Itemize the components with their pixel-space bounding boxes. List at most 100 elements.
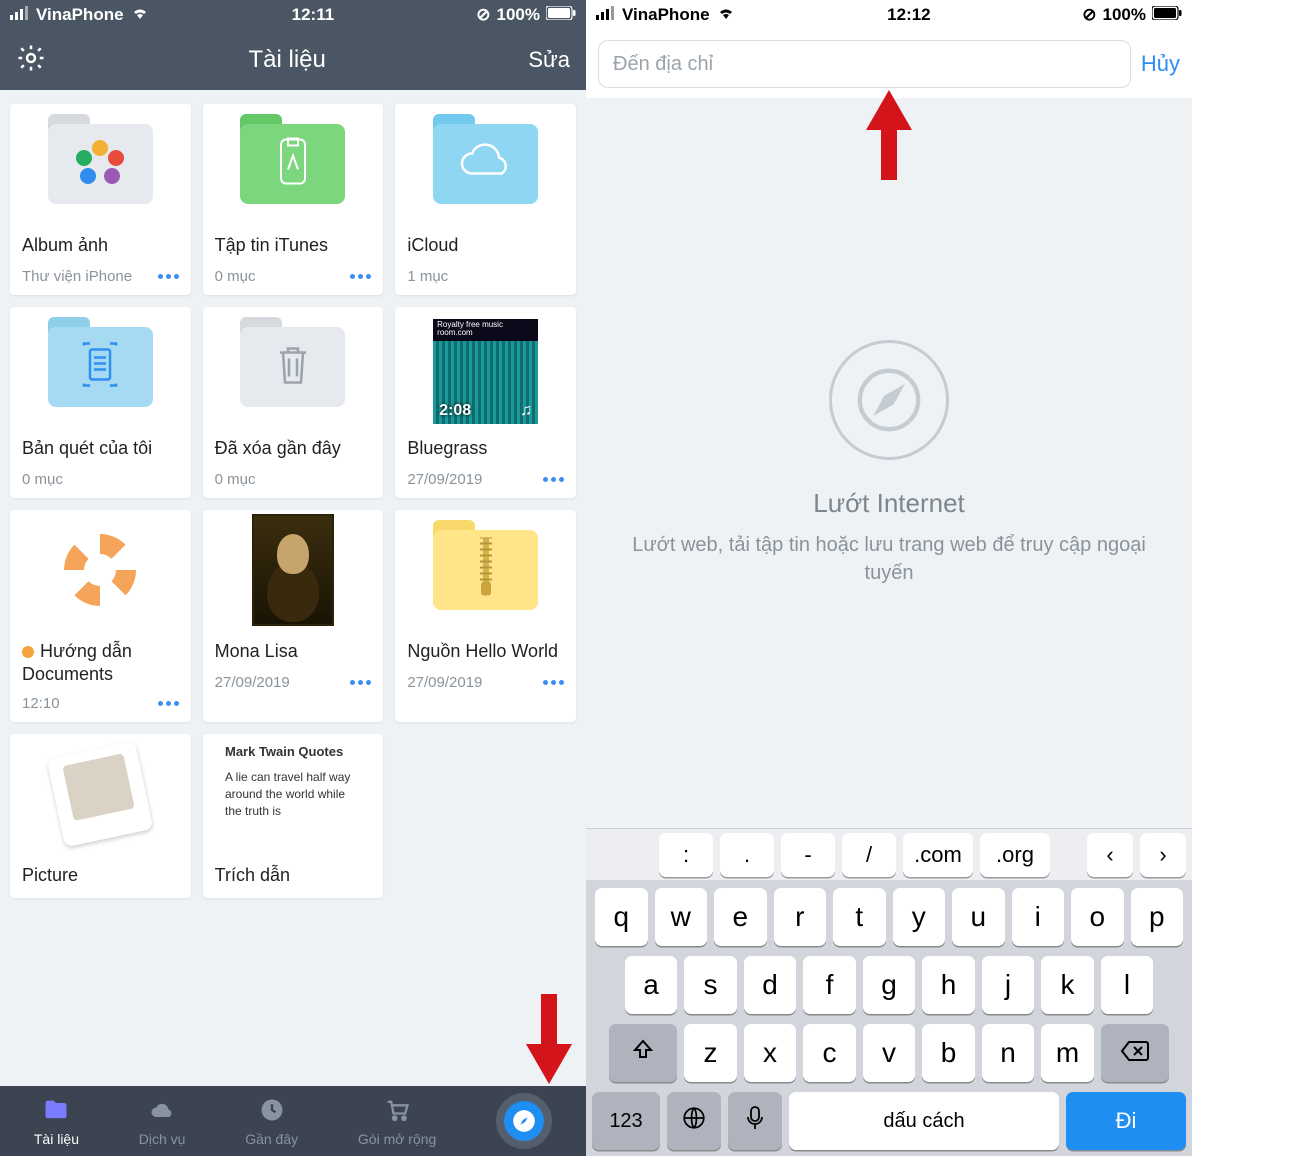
key-k[interactable]: k xyxy=(1041,956,1094,1014)
annotation-arrow-up-icon xyxy=(866,90,912,180)
key-next[interactable]: › xyxy=(1140,833,1186,877)
address-input[interactable] xyxy=(598,40,1131,88)
more-button[interactable] xyxy=(158,701,179,706)
key-n[interactable]: n xyxy=(982,1024,1035,1082)
tile-album[interactable]: Album ảnh Thư viện iPhone xyxy=(10,104,191,295)
tile-title: Bluegrass xyxy=(407,437,564,461)
tile-title: Picture xyxy=(22,864,179,888)
cancel-button[interactable]: Hủy xyxy=(1141,51,1180,77)
tile-picture[interactable]: Picture xyxy=(10,734,191,898)
more-button[interactable] xyxy=(543,680,564,685)
key-shift[interactable] xyxy=(609,1024,677,1082)
tile-bluegrass[interactable]: Royalty free music room.com 2:08 ♫ Blueg… xyxy=(395,307,576,498)
key-u[interactable]: u xyxy=(952,888,1005,946)
wifi-icon xyxy=(716,5,736,25)
tile-title: Tập tin iTunes xyxy=(215,234,372,258)
key-s[interactable]: s xyxy=(684,956,737,1014)
key-q[interactable]: q xyxy=(595,888,648,946)
key-c[interactable]: c xyxy=(803,1024,856,1082)
key-a[interactable]: a xyxy=(625,956,678,1014)
music-note-icon: ♫ xyxy=(520,402,532,420)
folder-filled-icon xyxy=(42,1096,70,1127)
chevron-right-icon: › xyxy=(1159,842,1166,868)
key-e[interactable]: e xyxy=(714,888,767,946)
tile-guide[interactable]: Hướng dẫn Documents 12:10 xyxy=(10,510,191,722)
key-x[interactable]: x xyxy=(744,1024,797,1082)
browser-button[interactable] xyxy=(496,1093,552,1149)
clock-icon xyxy=(258,1096,286,1127)
key-period[interactable]: . xyxy=(720,833,774,877)
tab-services[interactable]: Dịch vụ xyxy=(139,1096,186,1147)
usb-icon xyxy=(276,138,310,191)
tile-sub: 1 mục xyxy=(407,268,448,285)
key-z[interactable]: z xyxy=(684,1024,737,1082)
key-dotcom[interactable]: .com xyxy=(903,833,973,877)
compass-placeholder-icon xyxy=(829,340,949,460)
key-globe[interactable] xyxy=(667,1092,721,1150)
trash-icon xyxy=(274,343,312,392)
chevron-left-icon: ‹ xyxy=(1106,842,1113,868)
more-button[interactable] xyxy=(543,477,564,482)
key-o[interactable]: o xyxy=(1071,888,1124,946)
tile-title: Mona Lisa xyxy=(215,640,372,664)
tab-recent[interactable]: Gần đây xyxy=(245,1096,298,1147)
key-r[interactable]: r xyxy=(774,888,827,946)
key-prev[interactable]: ‹ xyxy=(1087,833,1133,877)
tile-sub: 27/09/2019 xyxy=(215,674,290,691)
key-colon[interactable]: : xyxy=(659,833,713,877)
tile-title: Nguồn Hello World xyxy=(407,640,564,664)
key-mic[interactable] xyxy=(728,1092,782,1150)
key-w[interactable]: w xyxy=(655,888,708,946)
key-slash[interactable]: / xyxy=(842,833,896,877)
tile-quotes[interactable]: Mark Twain Quotes A lie can travel half … xyxy=(203,734,384,898)
folder-icon xyxy=(240,124,345,204)
edit-button[interactable]: Sửa xyxy=(528,47,570,73)
more-button[interactable] xyxy=(158,274,179,279)
tab-documents[interactable]: Tài liệu xyxy=(34,1096,79,1147)
key-backspace[interactable] xyxy=(1101,1024,1169,1082)
annotation-arrow-down-icon xyxy=(526,994,572,1084)
key-d[interactable]: d xyxy=(744,956,797,1014)
settings-icon[interactable] xyxy=(16,43,46,78)
tile-helloworld[interactable]: Nguồn Hello World 27/09/2019 xyxy=(395,510,576,722)
address-bar-row: Hủy xyxy=(586,30,1192,98)
tile-title: Album ảnh xyxy=(22,234,179,258)
tile-icloud[interactable]: iCloud 1 mục xyxy=(395,104,576,295)
backspace-icon xyxy=(1120,1037,1150,1069)
signal-icon xyxy=(10,5,30,25)
tab-store[interactable]: Gói mở rộng xyxy=(358,1096,436,1147)
tile-itunes[interactable]: Tập tin iTunes 0 mục xyxy=(203,104,384,295)
tile-sub: 27/09/2019 xyxy=(407,674,482,691)
key-l[interactable]: l xyxy=(1101,956,1154,1014)
key-i[interactable]: i xyxy=(1012,888,1065,946)
tile-sub: 0 mục xyxy=(215,471,256,488)
globe-icon xyxy=(681,1105,707,1138)
photos-icon xyxy=(76,140,124,188)
key-f[interactable]: f xyxy=(803,956,856,1014)
key-t[interactable]: t xyxy=(833,888,886,946)
key-space[interactable]: dấu cách xyxy=(789,1092,1059,1150)
tile-monalisa[interactable]: Mona Lisa 27/09/2019 xyxy=(203,510,384,722)
key-dotorg[interactable]: .org xyxy=(980,833,1050,877)
key-m[interactable]: m xyxy=(1041,1024,1094,1082)
mic-icon xyxy=(745,1105,765,1138)
key-g[interactable]: g xyxy=(863,956,916,1014)
key-y[interactable]: y xyxy=(893,888,946,946)
tab-label: Dịch vụ xyxy=(139,1131,186,1147)
key-123[interactable]: 123 xyxy=(592,1092,660,1150)
wifi-icon xyxy=(130,5,150,25)
key-h[interactable]: h xyxy=(922,956,975,1014)
key-j[interactable]: j xyxy=(982,956,1035,1014)
more-button[interactable] xyxy=(350,680,371,685)
key-b[interactable]: b xyxy=(922,1024,975,1082)
folder-icon xyxy=(433,124,538,204)
cart-icon xyxy=(383,1096,411,1127)
key-v[interactable]: v xyxy=(863,1024,916,1082)
documents-grid[interactable]: Album ảnh Thư viện iPhone Tập xyxy=(0,90,586,1086)
key-go[interactable]: Đi xyxy=(1066,1092,1186,1150)
more-button[interactable] xyxy=(350,274,371,279)
key-dash[interactable]: - xyxy=(781,833,835,877)
tile-trash[interactable]: Đã xóa gần đây 0 mục xyxy=(203,307,384,498)
key-p[interactable]: p xyxy=(1131,888,1184,946)
tile-scans[interactable]: Bản quét của tôi 0 mục xyxy=(10,307,191,498)
